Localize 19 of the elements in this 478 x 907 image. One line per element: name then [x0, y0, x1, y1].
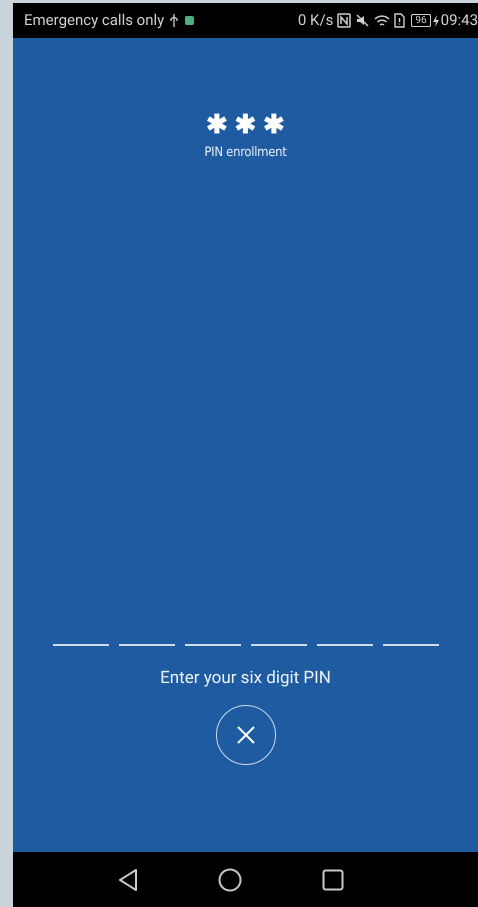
app-notification-icon — [185, 16, 194, 25]
cancel-button[interactable] — [216, 705, 276, 765]
back-icon[interactable] — [118, 868, 138, 892]
wifi-icon — [374, 14, 390, 28]
battery-indicator: 96 — [411, 14, 431, 27]
network-speed-text: 0 K/s — [298, 10, 334, 32]
close-icon — [236, 725, 256, 745]
charging-icon — [432, 14, 439, 26]
carrier-text: Emergency calls only — [24, 10, 164, 32]
masked-pin-text: ✱ ✱ ✱ — [206, 110, 285, 140]
screen-title: PIN enrollment — [204, 144, 287, 162]
mute-icon — [355, 13, 370, 28]
pin-prompt: Enter your six digit PIN — [160, 666, 331, 690]
usb-icon — [169, 13, 180, 28]
clock-text: 09:43 — [440, 10, 478, 32]
nfc-icon — [337, 13, 352, 28]
recents-icon[interactable] — [322, 868, 344, 890]
home-icon[interactable] — [218, 868, 242, 892]
sim-icon — [394, 13, 406, 28]
